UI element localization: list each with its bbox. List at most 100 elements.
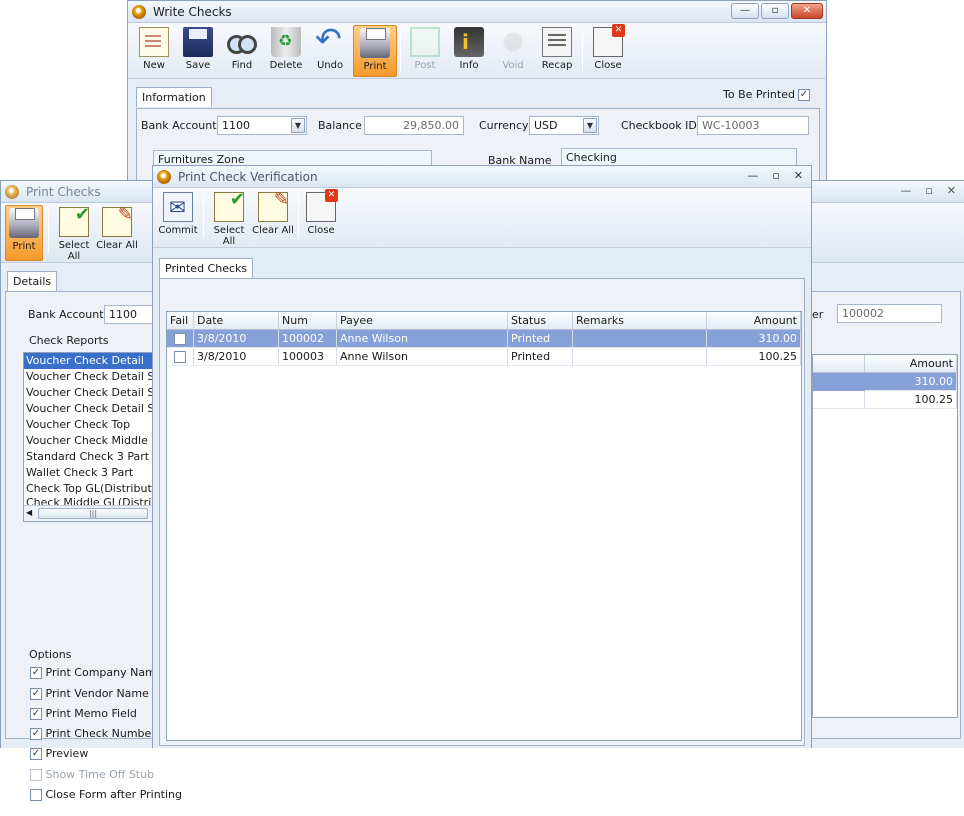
print-checks-grid: Amount 310.00 100.25 [812,354,958,718]
printed-checks-panel: Fail Date Num Payee Status Remarks Amoun… [159,278,805,746]
select-all-button[interactable]: Select All [52,204,96,262]
undo-button[interactable]: Undo [308,23,352,77]
column-header-amount[interactable]: Amount [865,355,957,373]
bank-account-label: Bank Account [141,119,217,132]
tab-details[interactable]: Details [7,271,58,291]
minimize-button[interactable]: — [731,3,759,19]
commit-button[interactable]: Commit [156,190,200,242]
restore-button[interactable]: ▫ [925,184,932,197]
column-header-num[interactable]: Num [279,312,337,330]
close-window-button[interactable]: ✕ [791,3,823,19]
void-button[interactable]: Void [491,25,535,77]
amount-cell: 310.00 [707,330,801,348]
list-item[interactable]: Voucher Check Detail Split [24,401,154,417]
clear-all-button[interactable]: Clear All [251,189,295,242]
currency-combo[interactable]: USD ▼ [529,116,599,135]
currency-label: Currency [479,119,529,132]
column-header-remarks[interactable]: Remarks [573,312,707,330]
column-header-status[interactable]: Status [508,312,573,330]
option-print-company-name[interactable]: ✓ Print Company Name [30,666,163,679]
checkbox[interactable]: ✓ [30,748,42,760]
checkbook-id-field[interactable]: WC-10003 [697,116,809,135]
option-close-form-after-printing[interactable]: Close Form after Printing [30,788,182,801]
toolbar-separator [400,29,401,73]
scroll-left-arrow-icon[interactable]: ◀ [26,508,32,517]
horizontal-scrollbar[interactable]: ◀ ||| [24,505,154,521]
save-button[interactable]: Save [176,25,220,77]
table-row[interactable]: 3/8/2010 100003 Anne Wilson Printed 100.… [167,348,801,366]
write-checks-titlebar[interactable]: Write Checks — ▫ ✕ [128,1,826,23]
find-button[interactable]: Find [220,25,264,77]
fail-checkbox[interactable] [174,351,186,363]
new-button[interactable]: New [132,25,176,77]
checkbox[interactable] [30,789,42,801]
scroll-thumb[interactable]: ||| [38,508,148,519]
column-header-payee[interactable]: Payee [337,312,508,330]
info-button[interactable]: Info [447,25,491,77]
verification-titlebar[interactable]: Print Check Verification — ▫ ✕ [153,166,811,188]
checkbook-id-label: Checkbook ID [621,119,697,132]
post-button[interactable]: Post [403,25,447,77]
option-print-check-number[interactable]: ✓ Print Check Number [30,727,156,740]
list-item[interactable]: Standard Check 3 Part [24,449,154,465]
restore-button[interactable]: ▫ [772,169,779,182]
window-title: Print Checks [26,184,101,199]
recycle-bin-icon [271,27,301,57]
check-reports-list[interactable]: Voucher Check Detail Voucher Check Detai… [23,352,155,522]
close-window-button[interactable]: ✕ [947,184,956,197]
remarks-cell[interactable] [573,330,707,348]
list-item[interactable]: Voucher Check Detail [24,353,154,369]
print-button[interactable]: Print [5,205,43,261]
close-button[interactable]: Close [586,24,630,77]
option-preview[interactable]: ✓ Preview [30,747,88,760]
checkbox[interactable]: ✓ [30,688,42,700]
clear-all-button[interactable]: Clear All [95,204,139,257]
column-header-date[interactable]: Date [194,312,279,330]
chevron-down-icon[interactable]: ▼ [291,118,305,133]
list-item[interactable]: Voucher Check Middle [24,433,154,449]
close-icon [306,189,338,222]
list-item[interactable]: Voucher Check Top [24,417,154,433]
restore-button[interactable]: ▫ [761,3,789,19]
table-row[interactable]: 100.25 [813,391,957,409]
list-item[interactable]: Check Top GL(Distributed) [24,481,154,497]
select-all-button[interactable]: Select All [207,189,251,247]
option-print-vendor-name[interactable]: ✓ Print Vendor Name [30,687,149,700]
fail-cell[interactable] [167,348,194,366]
close-window-button[interactable]: ✕ [794,169,803,182]
checkbox[interactable]: ✓ [30,667,42,679]
select-all-icon [214,189,245,222]
close-button[interactable]: Close [299,189,343,242]
amount-cell: 100.25 [865,391,957,409]
remarks-cell[interactable] [573,348,707,366]
delete-button[interactable]: Delete [264,25,308,77]
list-item[interactable]: Wallet Check 3 Part [24,465,154,481]
checkbox[interactable]: ✓ [30,728,42,740]
print-button[interactable]: Print [353,25,397,77]
grid-cell [813,391,865,409]
fail-cell[interactable] [167,330,194,348]
fail-checkbox[interactable] [174,333,186,345]
table-row[interactable]: 310.00 [813,373,957,391]
list-item[interactable]: Check Middle GL(Distributed) [24,497,154,505]
checkbox[interactable]: ✓ [30,708,42,720]
minimize-button[interactable]: — [900,184,911,197]
clear-all-icon [102,204,133,237]
number-field[interactable]: 100002 [837,304,942,323]
option-show-time-off-stub[interactable]: Show Time Off Stub [30,768,154,781]
list-item[interactable]: Voucher Check Detail Split [24,369,154,385]
minimize-button[interactable]: — [747,169,758,182]
option-print-memo-field[interactable]: ✓ Print Memo Field [30,707,137,720]
num-cell: 100003 [279,348,337,366]
column-header-amount[interactable]: Amount [707,312,801,330]
column-header-fail[interactable]: Fail [167,312,194,330]
checkbox[interactable] [30,769,42,781]
chevron-down-icon[interactable]: ▼ [583,118,597,133]
to-be-printed-checkbox[interactable]: ✓ [798,89,810,101]
bank-account-combo[interactable]: 1100 ▼ [217,116,307,135]
list-item[interactable]: Voucher Check Detail Split [24,385,154,401]
tab-printed-checks[interactable]: Printed Checks [159,258,254,278]
tab-information[interactable]: Information [136,87,212,107]
recap-button[interactable]: Recap [535,25,579,77]
table-row[interactable]: 3/8/2010 100002 Anne Wilson Printed 310.… [167,330,801,348]
